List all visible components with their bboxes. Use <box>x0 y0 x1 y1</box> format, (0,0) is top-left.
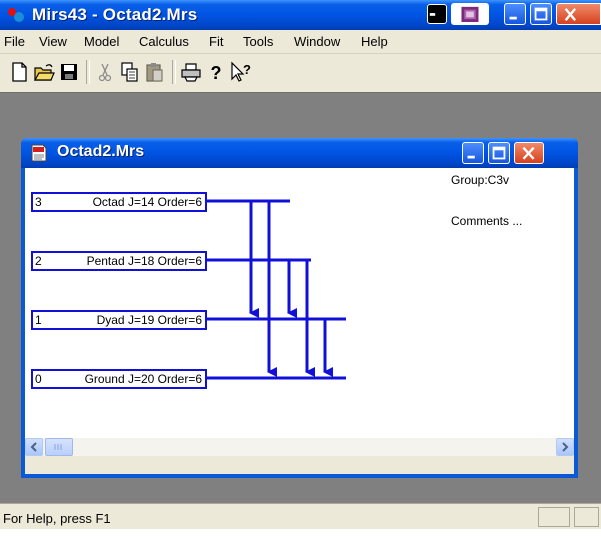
close-button[interactable] <box>556 3 601 25</box>
dropdown-icon[interactable] <box>427 4 447 24</box>
document-window: Octad2.Mrs 3 Octad J=14 Order=6 2 Pentad… <box>21 138 578 478</box>
toolbar-separator <box>86 60 90 84</box>
document-title-bar[interactable]: Octad2.Mrs <box>21 138 578 168</box>
menu-file[interactable]: File <box>4 34 25 49</box>
mdi-workspace: Octad2.Mrs 3 Octad J=14 Order=6 2 Pentad… <box>0 92 601 503</box>
minimize-button[interactable] <box>504 3 526 25</box>
tile-icon[interactable] <box>451 3 489 25</box>
status-pane <box>574 507 599 527</box>
svg-text:?: ? <box>243 62 251 77</box>
menu-help[interactable]: Help <box>361 34 388 49</box>
print-icon[interactable] <box>179 60 203 84</box>
menu-tools[interactable]: Tools <box>243 34 273 49</box>
menu-fit[interactable]: Fit <box>209 34 223 49</box>
context-help-icon[interactable]: ? <box>229 60 253 84</box>
menu-bar: File View Model Calculus Fit Tools Windo… <box>0 30 601 54</box>
horizontal-scrollbar[interactable] <box>25 438 574 456</box>
comments-label[interactable]: Comments ... <box>451 214 522 228</box>
toolbar: ? ? <box>0 54 601 90</box>
copy-icon[interactable] <box>118 60 142 84</box>
toolbar-separator <box>172 60 176 84</box>
status-bar: For Help, press F1 <box>0 503 601 530</box>
menu-view[interactable]: View <box>39 34 67 49</box>
svg-text:?: ? <box>211 63 222 83</box>
doc-minimize-button[interactable] <box>462 142 484 164</box>
maximize-button[interactable] <box>530 3 552 25</box>
chevron-right-icon <box>562 442 569 452</box>
scroll-left-button[interactable] <box>25 438 43 456</box>
grip-icon <box>54 444 62 450</box>
save-icon[interactable] <box>57 60 81 84</box>
chevron-left-icon <box>30 442 37 452</box>
status-text: For Help, press F1 <box>3 511 111 526</box>
open-icon[interactable] <box>32 60 56 84</box>
help-icon[interactable]: ? <box>204 60 228 84</box>
group-label: Group:C3v <box>451 173 510 187</box>
status-pane <box>538 507 570 527</box>
menu-model[interactable]: Model <box>84 34 119 49</box>
doc-maximize-button[interactable] <box>488 142 510 164</box>
app-window: Mirs43 - Octad2.Mrs File View Model Calc… <box>0 0 601 536</box>
window-title: Mirs43 - Octad2.Mrs <box>32 5 198 24</box>
doc-close-button[interactable] <box>514 142 544 164</box>
energy-level-diagram: 3 Octad J=14 Order=6 2 Pentad J=18 Order… <box>25 168 574 438</box>
document-frame-bottom <box>25 456 574 474</box>
scroll-right-button[interactable] <box>556 438 574 456</box>
cut-icon[interactable] <box>93 60 117 84</box>
menu-window[interactable]: Window <box>294 34 340 49</box>
new-icon[interactable] <box>7 60 31 84</box>
paste-icon[interactable] <box>143 60 167 84</box>
transition-arrows <box>207 199 346 380</box>
desktop-strip <box>0 529 601 536</box>
document-title: Octad2.Mrs <box>57 143 145 160</box>
title-bar[interactable]: Mirs43 - Octad2.Mrs <box>0 0 601 30</box>
document-icon <box>31 144 47 162</box>
menu-calculus[interactable]: Calculus <box>139 34 189 49</box>
app-icon <box>8 8 24 22</box>
scroll-thumb[interactable] <box>45 438 73 456</box>
